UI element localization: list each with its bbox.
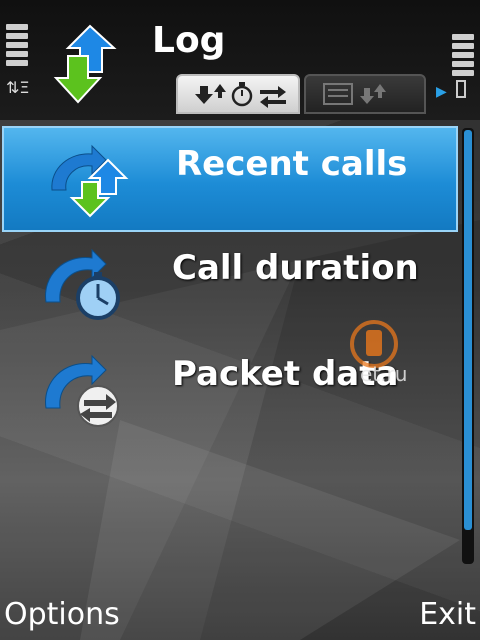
softkey-bar: Options Exit [0, 592, 480, 640]
upload-arrow-icon [374, 84, 386, 98]
log-menu-list: Recent calls Call duration Packet data [0, 126, 460, 444]
upload-arrow-icon [214, 84, 226, 98]
download-arrow-icon [360, 88, 374, 104]
tab-messages[interactable] [304, 74, 426, 114]
download-arrow-icon [195, 86, 213, 104]
list-item-recent-calls[interactable]: Recent calls [2, 126, 458, 232]
call-duration-icon [45, 248, 120, 320]
battery-level-icon [452, 34, 474, 79]
packet-data-icon [45, 354, 119, 427]
signal-strength-icon [6, 24, 28, 69]
exit-softkey[interactable]: Exit [419, 597, 476, 632]
tab-log-counters[interactable] [176, 74, 300, 114]
list-item-label: Recent calls [176, 144, 408, 184]
network-type-icon: ⇅Ξ [6, 78, 30, 97]
page-title: Log [152, 20, 226, 61]
battery-small-icon [456, 80, 466, 98]
options-softkey[interactable]: Options [4, 597, 120, 632]
list-item-label: Call duration [172, 248, 419, 288]
tab-bar [176, 74, 426, 116]
status-header: ⇅Ξ Log ▶ [0, 0, 480, 120]
recent-calls-icon [51, 144, 129, 218]
message-list-icon [323, 83, 353, 105]
stopwatch-icon [231, 82, 253, 107]
watermark-text: et.ru [360, 362, 408, 386]
tab-scroll-right-icon[interactable]: ▶ [436, 84, 447, 100]
log-app-icon [53, 24, 117, 104]
scrollbar[interactable] [462, 128, 474, 564]
transfer-arrows-icon [260, 86, 286, 108]
scrollbar-thumb[interactable] [464, 130, 472, 530]
